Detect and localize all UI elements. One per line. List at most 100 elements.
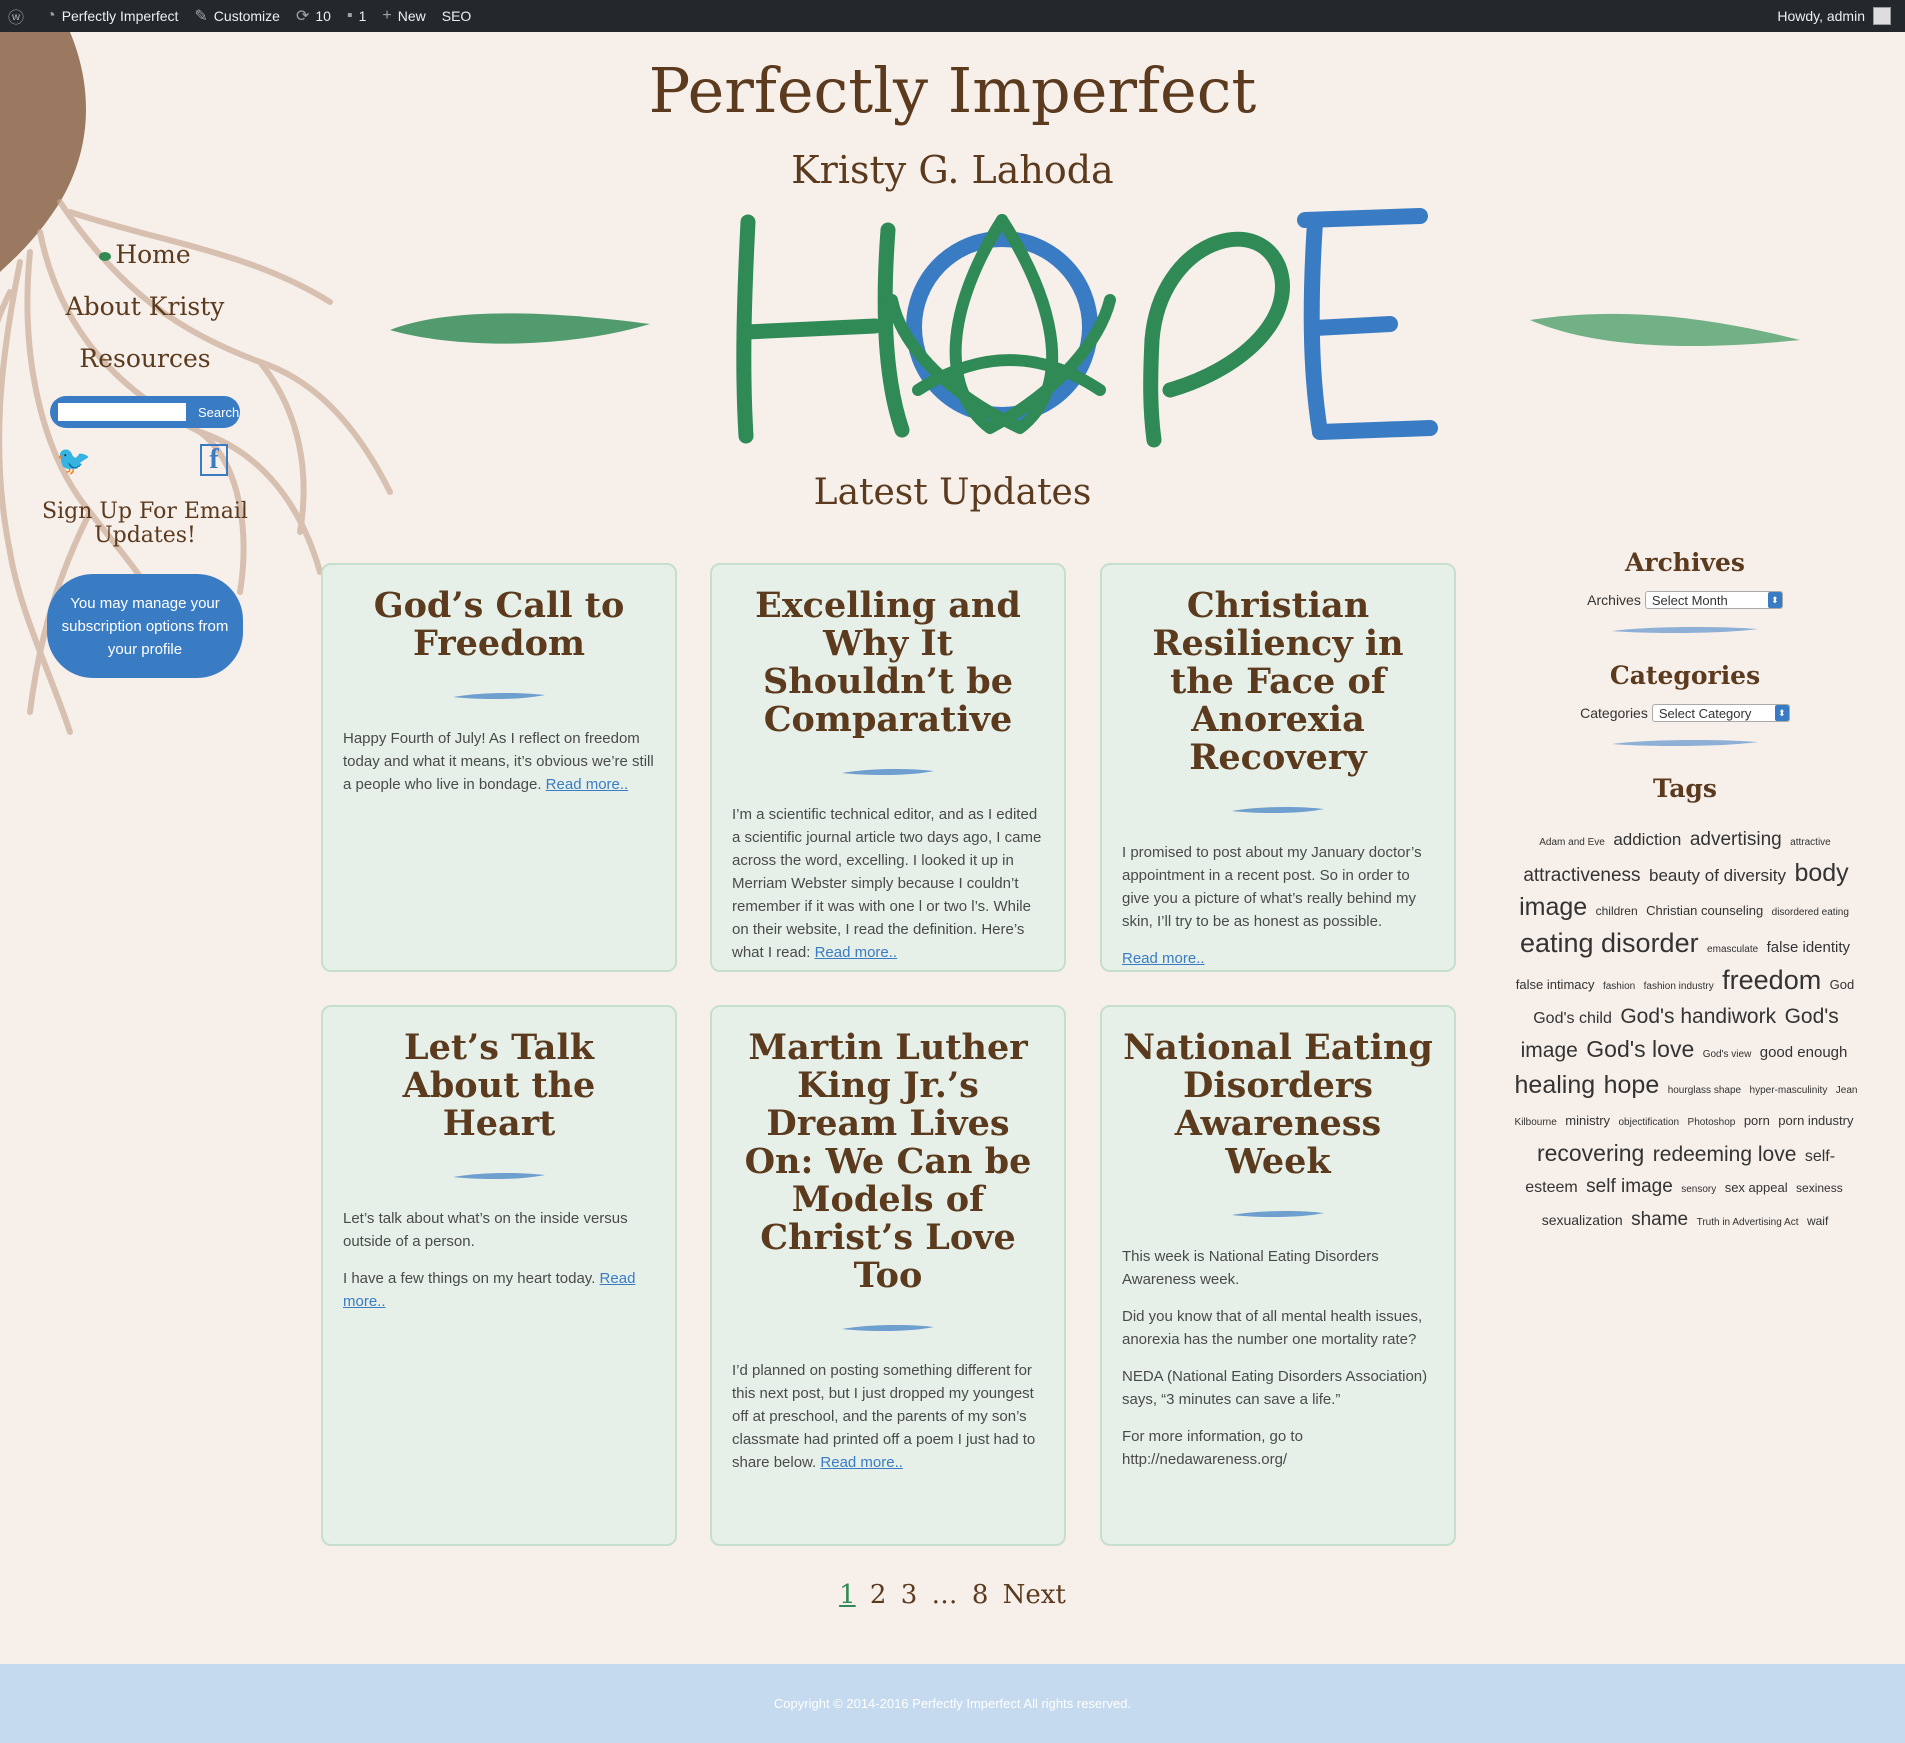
- nav-item-about-kristy[interactable]: About Kristy: [30, 292, 260, 321]
- post-excerpt-text: NEDA (National Eating Disorders Associat…: [1122, 1368, 1428, 1408]
- post-title[interactable]: Christian Resiliency in the Face of Anor…: [1122, 587, 1434, 777]
- post-excerpt-text: Did you know that of all mental health i…: [1122, 1308, 1423, 1348]
- updates-link[interactable]: ⟳ 10: [288, 0, 339, 32]
- tag-link[interactable]: hyper-masculinity: [1750, 1085, 1828, 1096]
- tag-link[interactable]: disordered eating: [1772, 907, 1849, 918]
- tag-link[interactable]: healing: [1515, 1071, 1596, 1099]
- pagination: 1 2 3 … 8 Next: [0, 1580, 1905, 1610]
- search-input[interactable]: [58, 403, 186, 421]
- tag-link[interactable]: children: [1596, 904, 1638, 918]
- tag-link[interactable]: redeeming love: [1653, 1143, 1797, 1166]
- wordpress-icon: ⓦ: [8, 10, 25, 27]
- hope-logo: [390, 208, 1800, 448]
- tag-link[interactable]: advertising: [1690, 829, 1782, 850]
- page-8-link[interactable]: 8: [972, 1580, 989, 1610]
- post-title[interactable]: Excelling and Why It Shouldn’t be Compar…: [732, 587, 1044, 739]
- tag-link[interactable]: recovering: [1537, 1140, 1644, 1166]
- nav-item-resources[interactable]: Resources: [30, 344, 260, 373]
- dashboard-icon: ◔: [46, 7, 56, 24]
- site-name-menu[interactable]: ◔ Perfectly Imperfect: [38, 0, 186, 32]
- post-excerpt-text: I have a few things on my heart today.: [343, 1270, 596, 1287]
- categories-widget-title: Categories: [1609, 661, 1761, 690]
- tag-link[interactable]: addiction: [1613, 830, 1681, 849]
- site-title[interactable]: Perfectly Imperfect: [0, 54, 1905, 127]
- tag-link[interactable]: self image: [1586, 1176, 1673, 1197]
- nav-resources-label: Resources: [79, 344, 211, 373]
- tag-link[interactable]: Photoshop: [1688, 1117, 1736, 1128]
- customize-link[interactable]: ✎ Customize: [186, 0, 288, 32]
- nav-item-home[interactable]: Home: [30, 240, 260, 269]
- left-sidebar: Home About Kristy Resources Search 🐦 f S…: [30, 240, 260, 678]
- tag-link[interactable]: God's handiwork: [1620, 1005, 1776, 1028]
- tag-link[interactable]: sensory: [1681, 1184, 1716, 1195]
- tag-link[interactable]: attractiveness: [1523, 865, 1640, 886]
- brush-divider: [453, 1172, 545, 1180]
- search-button[interactable]: Search: [192, 404, 245, 421]
- tag-link[interactable]: porn industry: [1778, 1113, 1853, 1128]
- tag-link[interactable]: sexiness: [1796, 1181, 1843, 1195]
- post-title[interactable]: National Eating Disorders Awareness Week: [1122, 1029, 1434, 1181]
- tag-link[interactable]: shame: [1631, 1209, 1688, 1230]
- nav-home-label: Home: [115, 240, 191, 269]
- read-more-link[interactable]: Read more..: [546, 776, 629, 793]
- tag-link[interactable]: sex appeal: [1725, 1180, 1788, 1195]
- archives-label: Archives: [1587, 592, 1641, 608]
- nav-about-label: About Kristy: [65, 292, 225, 321]
- tag-link[interactable]: hope: [1604, 1071, 1660, 1099]
- admin-bar: ⓦ ◔ Perfectly Imperfect ✎ Customize ⟳ 10…: [0, 0, 1905, 32]
- tag-link[interactable]: Christian counseling: [1646, 903, 1763, 918]
- tag-link[interactable]: freedom: [1722, 965, 1821, 995]
- tag-link[interactable]: good enough: [1760, 1044, 1848, 1061]
- next-page-link[interactable]: Next: [1003, 1580, 1066, 1610]
- manage-subscription-button[interactable]: You may manage your subscription options…: [47, 574, 243, 678]
- tag-link[interactable]: fashion: [1603, 981, 1635, 992]
- tag-link[interactable]: attractive: [1790, 837, 1831, 848]
- tag-link[interactable]: objectification: [1618, 1117, 1679, 1128]
- tag-link[interactable]: God's view: [1703, 1049, 1752, 1060]
- brush-divider: [1232, 1210, 1324, 1218]
- seo-menu[interactable]: SEO: [434, 0, 480, 32]
- read-more-link[interactable]: Read more..: [815, 944, 898, 961]
- tag-link[interactable]: fashion industry: [1644, 981, 1714, 992]
- post-card: Let’s Talk About the Heart Let’s talk ab…: [321, 1005, 677, 1546]
- tag-link[interactable]: hourglass shape: [1668, 1085, 1741, 1096]
- tag-link[interactable]: Truth in Advertising Act: [1697, 1217, 1799, 1228]
- read-more-link[interactable]: Read more..: [1122, 950, 1205, 967]
- brush-divider: [1612, 739, 1758, 747]
- tag-link[interactable]: false intimacy: [1516, 977, 1595, 992]
- tag-link[interactable]: emasculate: [1707, 944, 1758, 955]
- post-title[interactable]: God’s Call to Freedom: [343, 587, 655, 663]
- tag-link[interactable]: God: [1830, 977, 1855, 992]
- tag-link[interactable]: sexualization: [1542, 1212, 1623, 1228]
- copyright-text: Copyright © 2014-2016 Perfectly Imperfec…: [773, 1696, 1132, 1711]
- brush-divider: [453, 692, 545, 700]
- post-title[interactable]: Let’s Talk About the Heart: [343, 1029, 655, 1143]
- read-more-link[interactable]: Read more..: [820, 1454, 903, 1471]
- post-excerpt: I’d planned on posting something differe…: [732, 1359, 1044, 1474]
- wordpress-logo-menu[interactable]: ⓦ: [0, 0, 38, 32]
- tag-link[interactable]: God's child: [1533, 1010, 1612, 1027]
- tag-link[interactable]: false identity: [1767, 939, 1850, 956]
- brush-divider: [1612, 626, 1758, 634]
- page-3-link[interactable]: 3: [901, 1580, 918, 1610]
- tag-link[interactable]: waif: [1807, 1214, 1828, 1228]
- post-excerpt-text: I promised to post about my January doct…: [1122, 844, 1422, 930]
- categories-select[interactable]: Select Category ⬍: [1651, 704, 1790, 722]
- tag-link[interactable]: eating disorder: [1520, 928, 1699, 958]
- seo-label: SEO: [441, 8, 472, 24]
- post-title[interactable]: Martin Luther King Jr.’s Dream Lives On:…: [732, 1029, 1044, 1295]
- tag-link[interactable]: porn: [1744, 1113, 1770, 1128]
- archives-select-value: Select Month: [1651, 592, 1728, 608]
- categories-label: Categories: [1580, 705, 1648, 721]
- page-2-link[interactable]: 2: [870, 1580, 887, 1610]
- new-content-menu[interactable]: + New: [374, 0, 433, 32]
- account-menu[interactable]: Howdy, admin: [1769, 0, 1905, 32]
- comments-link[interactable]: ▪ 1: [339, 0, 374, 32]
- archives-select[interactable]: Select Month ⬍: [1644, 591, 1783, 609]
- tag-link[interactable]: God's love: [1586, 1036, 1694, 1062]
- plus-icon: +: [382, 7, 392, 24]
- tag-link[interactable]: beauty of diversity: [1649, 866, 1786, 885]
- post-excerpt-text: I’m a scientific technical editor, and a…: [732, 806, 1042, 961]
- tag-link[interactable]: Adam and Eve: [1539, 837, 1605, 848]
- tag-link[interactable]: ministry: [1565, 1113, 1610, 1128]
